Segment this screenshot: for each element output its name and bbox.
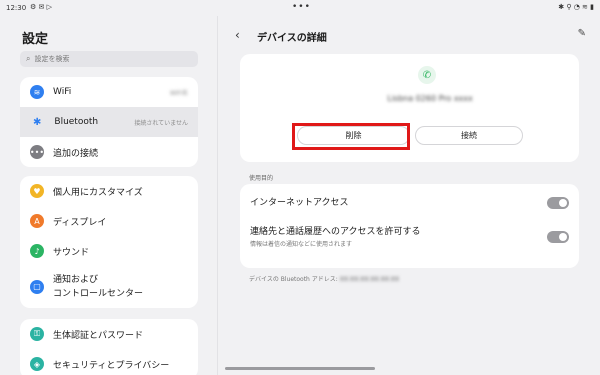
sidebar-item-label: 生体認証とパスワード xyxy=(53,330,144,341)
home-indicator[interactable] xyxy=(225,367,375,370)
address-label: デバイスの Bluetooth アドレス: xyxy=(249,276,338,283)
lock-icon: ⚿ xyxy=(30,327,44,341)
address-value: XX:XX:XX:XX:XX:XX xyxy=(339,276,400,283)
personalize-icon: ♥ xyxy=(30,184,44,198)
sidebar-item-label: 個人用にカスタマイズ xyxy=(53,187,143,198)
sidebar-item-notifications[interactable]: ▢ 通知および コントロールセンター xyxy=(20,266,198,308)
contacts-access-description: 情報は着信の通知などに使用されます xyxy=(250,241,353,248)
sidebar-item-security-privacy[interactable]: ◈ セキュリティとプライバシー xyxy=(20,349,198,375)
page-title: デバイスの詳細 xyxy=(257,33,327,44)
contacts-access-label: 連絡先と通話履歴へのアクセスを許可する xyxy=(250,227,421,237)
shield-icon: ◈ xyxy=(30,357,44,371)
sidebar-item-label: セキュリティとプライバシー xyxy=(53,360,170,371)
internet-access-toggle[interactable] xyxy=(547,197,569,209)
section-label: 使用目的 xyxy=(249,175,274,182)
sidebar-item-label-line2: コントロールセンター xyxy=(53,289,144,299)
more-icon: ••• xyxy=(30,145,44,159)
status-icons: ✱ ⚲ ◔ ≋ ▮ xyxy=(558,3,594,11)
status-right-icons: ✱ ⚲ ◔ ≋ ▮ xyxy=(558,3,594,11)
edit-icon[interactable]: ✎ xyxy=(578,28,586,39)
personalization-card: ♥ 個人用にカスタマイズ A ディスプレイ ♪ サウンド ▢ 通知および コント… xyxy=(20,176,198,308)
sidebar-item-label: 追加の接続 xyxy=(53,148,99,159)
sidebar-item-personalize[interactable]: ♥ 個人用にカスタマイズ xyxy=(20,176,198,206)
search-icon: ⌕ xyxy=(26,54,31,63)
display-icon: A xyxy=(30,214,44,228)
notification-icon: ▢ xyxy=(30,280,44,294)
device-name: Lisbna 0260 Pro xxxx xyxy=(387,94,473,103)
bluetooth-status: 接続されていません xyxy=(134,119,188,127)
highlight-box xyxy=(292,123,410,150)
connect-button[interactable]: 接続 xyxy=(415,126,523,145)
back-arrow-icon[interactable]: ‹ xyxy=(235,28,240,42)
search-placeholder: 設定を検索 xyxy=(34,55,70,63)
sound-icon: ♪ xyxy=(30,244,44,258)
security-card: ⚿ 生体認証とパスワード ◈ セキュリティとプライバシー xyxy=(20,319,198,375)
multitask-dots[interactable]: ••• xyxy=(292,2,311,12)
sidebar-item-wifi[interactable]: ≋ WiFi WiFi名 xyxy=(20,77,198,107)
sidebar-item-sound[interactable]: ♪ サウンド xyxy=(20,236,198,266)
settings-sidebar: 設定 ⌕ 設定を検索 ≋ WiFi WiFi名 ✱ Bluetooth 接続され… xyxy=(0,16,218,375)
page-title: 設定 xyxy=(22,32,49,47)
phone-icon: ✆ xyxy=(418,66,436,84)
contacts-access-toggle[interactable] xyxy=(547,231,569,243)
sidebar-item-more-connections[interactable]: ••• 追加の接続 xyxy=(20,137,198,167)
sidebar-item-label-line1: 通知および xyxy=(53,275,99,285)
bluetooth-address: デバイスの Bluetooth アドレス: XX:XX:XX:XX:XX:XX xyxy=(249,274,399,283)
wifi-icon: ≋ xyxy=(30,85,44,99)
device-details-pane: ‹ デバイスの詳細 ✎ ✆ Lisbna 0260 Pro xxxx 削除 接続… xyxy=(219,16,600,375)
sidebar-item-bluetooth[interactable]: ✱ Bluetooth 接続されていません xyxy=(20,107,198,137)
sidebar-item-label: ディスプレイ xyxy=(53,217,107,228)
wifi-network-value: WiFi名 xyxy=(169,89,188,97)
sidebar-item-label: WiFi xyxy=(53,87,72,97)
internet-access-label: インターネットアクセス xyxy=(250,198,349,208)
usage-card: インターネットアクセス 連絡先と通話履歴へのアクセスを許可する 情報は着信の通知… xyxy=(240,184,579,268)
sidebar-item-label: サウンド xyxy=(53,247,90,258)
status-bar: 12:30 ⚙ ✉ ▷ ••• ✱ ⚲ ◔ ≋ ▮ xyxy=(0,0,600,16)
sidebar-item-display[interactable]: A ディスプレイ xyxy=(20,206,198,236)
sidebar-item-biometrics[interactable]: ⚿ 生体認証とパスワード xyxy=(20,319,198,349)
sidebar-item-label: Bluetooth xyxy=(54,117,99,127)
status-left-icons: ⚙ ✉ ▷ xyxy=(30,3,52,11)
search-input[interactable]: ⌕ 設定を検索 xyxy=(20,51,198,67)
status-time: 12:30 xyxy=(6,4,27,12)
bluetooth-icon: ✱ xyxy=(33,116,42,128)
connections-card: ≋ WiFi WiFi名 ✱ Bluetooth 接続されていません ••• 追… xyxy=(20,77,198,167)
